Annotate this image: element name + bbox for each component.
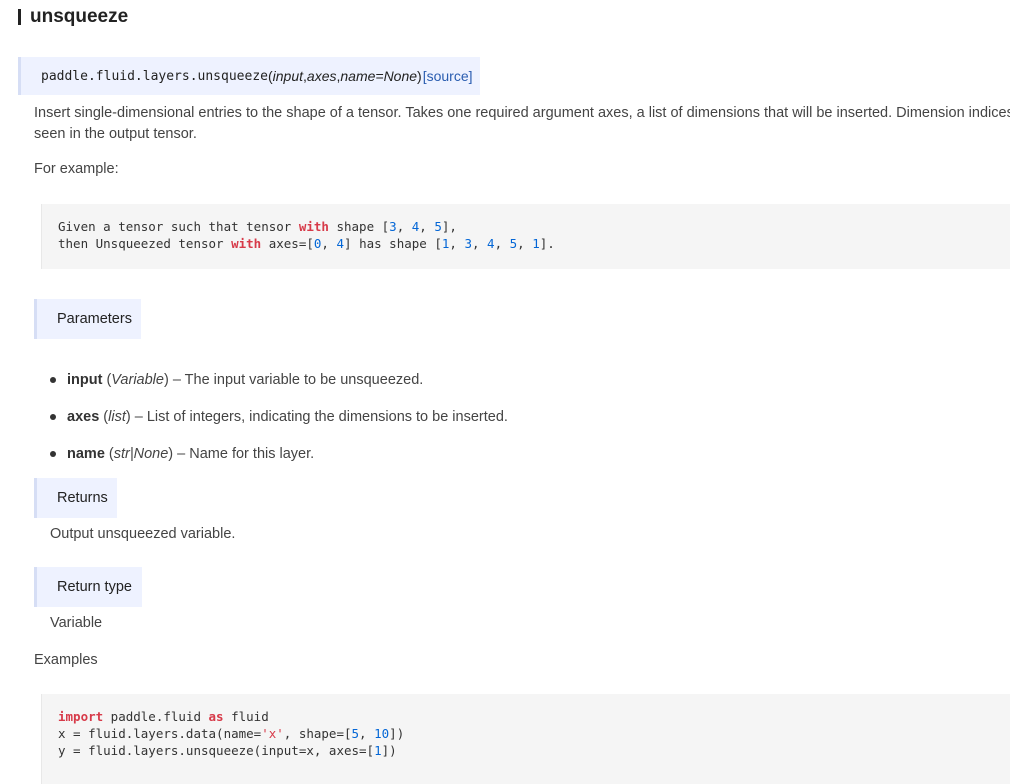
code-text: x = fluid.layers.data(name= bbox=[58, 726, 262, 741]
examples-code-block: import paddle.fluid as fluid x = fluid.l… bbox=[41, 694, 1010, 784]
parameter-type: Variable bbox=[111, 371, 164, 388]
description-line: seen in the output tensor. bbox=[34, 126, 197, 142]
signature-arg-input: input bbox=[272, 68, 304, 84]
parameter-paren: ( bbox=[102, 371, 112, 388]
return-type-label: Return type bbox=[34, 567, 142, 607]
parameter-type: str|None bbox=[113, 445, 169, 462]
code-string: 'x' bbox=[261, 726, 284, 741]
code-number: 3 bbox=[464, 236, 472, 251]
bullet-icon bbox=[50, 376, 56, 383]
description: Insert single-dimensional entries to the… bbox=[34, 103, 1010, 145]
parameter-list: input (Variable) – The input variable to… bbox=[50, 361, 508, 472]
function-signature: paddle.fluid.layers.unsqueeze(input, axe… bbox=[18, 57, 480, 95]
code-text: ]. bbox=[539, 236, 555, 251]
code-number: 4 bbox=[336, 236, 345, 251]
code-text: , bbox=[419, 219, 435, 234]
code-keyword: with bbox=[298, 219, 329, 234]
parameter-name: input bbox=[67, 371, 103, 388]
parameter-paren: ( bbox=[104, 445, 114, 462]
code-text: ] has shape [ bbox=[344, 236, 442, 251]
heading-bar bbox=[18, 9, 21, 25]
code-text: , bbox=[449, 236, 465, 251]
code-number: 5 bbox=[434, 219, 442, 234]
code-text: paddle.fluid bbox=[103, 709, 209, 724]
description-line: Insert single-dimensional entries to the… bbox=[34, 105, 1010, 121]
parameter-name: name bbox=[67, 445, 105, 462]
parameter-desc: – Name for this layer. bbox=[173, 445, 315, 462]
parameter-paren: ( bbox=[99, 408, 109, 425]
code-number: 1 bbox=[532, 236, 540, 251]
return-type-value: Variable bbox=[50, 615, 103, 631]
code-number: 5 bbox=[351, 726, 360, 741]
parameter-type: list bbox=[108, 408, 126, 425]
code-text: , bbox=[517, 236, 533, 251]
code-number: 10 bbox=[374, 726, 390, 741]
parameter-desc: – The input variable to be unsqueezed. bbox=[168, 371, 424, 388]
code-number: 3 bbox=[389, 219, 397, 234]
page-heading: unsqueeze bbox=[18, 4, 128, 30]
code-text: , bbox=[321, 236, 337, 251]
signature-arg-name: name=None bbox=[340, 68, 418, 84]
code-text: ]) bbox=[389, 726, 405, 741]
signature-arg-axes: axes bbox=[306, 68, 337, 84]
page-title: unsqueeze bbox=[30, 6, 129, 27]
parameter-item: input (Variable) – The input variable to… bbox=[50, 361, 508, 398]
bullet-icon bbox=[50, 413, 56, 420]
code-keyword: import bbox=[58, 709, 104, 724]
source-link[interactable]: [source] bbox=[423, 68, 473, 84]
code-text: , bbox=[494, 236, 510, 251]
code-keyword: as bbox=[208, 709, 224, 724]
code-text: then Unsqueezed tensor bbox=[58, 236, 232, 251]
code-keyword: with bbox=[231, 236, 262, 251]
code-text: , bbox=[396, 219, 412, 234]
returns-value: Output unsqueezed variable. bbox=[50, 526, 236, 542]
code-text: ]) bbox=[381, 743, 397, 758]
parameters-label: Parameters bbox=[34, 299, 141, 339]
parameter-item: axes (list) – List of integers, indicati… bbox=[50, 398, 508, 435]
code-text: , shape=[ bbox=[283, 726, 352, 741]
code-text: Given a tensor such that tensor bbox=[58, 219, 299, 234]
signature-path: paddle.fluid.layers.unsqueeze bbox=[41, 68, 268, 84]
code-text: , bbox=[359, 726, 375, 741]
code-text: , bbox=[471, 236, 488, 251]
examples-label: Examples bbox=[34, 652, 98, 668]
code-text: shape [ bbox=[328, 219, 390, 234]
code-number: 1 bbox=[374, 743, 382, 758]
parameter-desc: – List of integers, indicating the dimen… bbox=[130, 408, 508, 425]
code-text: fluid bbox=[223, 709, 269, 724]
parameter-item: name (str|None) – Name for this layer. bbox=[50, 435, 508, 472]
bullet-icon bbox=[50, 450, 56, 457]
example-code-block: Given a tensor such that tensor with sha… bbox=[41, 204, 1010, 269]
parameter-name: axes bbox=[67, 408, 100, 425]
code-text: axes=[ bbox=[261, 236, 314, 251]
returns-label: Returns bbox=[34, 478, 117, 518]
code-text: ], bbox=[441, 219, 457, 234]
for-example-label: For example: bbox=[34, 161, 119, 177]
code-text: y = fluid.layers.unsqueeze(input=x, axes… bbox=[58, 743, 375, 758]
signature-close-paren: ) bbox=[417, 68, 422, 84]
code-number: 4 bbox=[487, 236, 495, 251]
